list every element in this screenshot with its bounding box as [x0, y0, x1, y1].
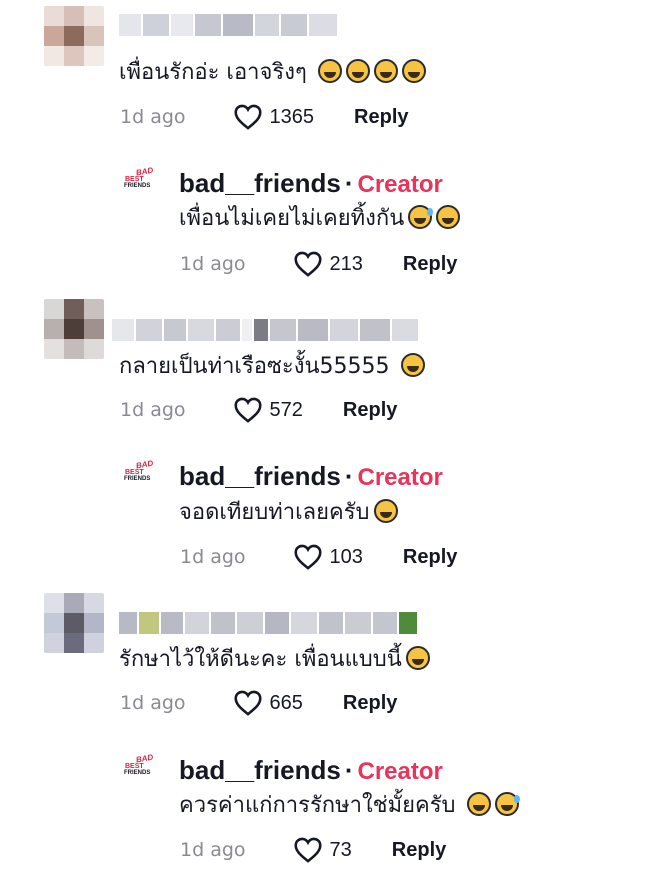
creator-avatar[interactable]: BAD BEST FRIENDS [122, 459, 156, 487]
reply-meta: 1d ago 103 Reply [180, 544, 457, 570]
like-button[interactable]: 665 [233, 690, 303, 716]
avatar[interactable] [44, 299, 104, 359]
comment-meta: 1d ago 572 Reply [120, 397, 397, 423]
comment-text: เพื่อนรักอ่ะ เอาจริงๆ [119, 58, 426, 88]
reply-button[interactable]: Reply [343, 399, 397, 422]
like-count: 1365 [269, 105, 315, 128]
tears-of-joy-emoji-icon [345, 59, 370, 83]
reply-time: 1d ago [180, 546, 246, 568]
reply-author[interactable]: bad__friends [179, 461, 341, 491]
reply-button[interactable]: Reply [403, 253, 457, 276]
reply-button[interactable]: Reply [403, 546, 457, 569]
reply-author[interactable]: bad__friends [179, 755, 341, 785]
reply-text-content: จอดเทียบท่าเลยครับ [179, 500, 370, 525]
comment-text-content: เพื่อนรักอ่ะ เอาจริงๆ [119, 60, 307, 85]
comment-text: รักษาไว้ให้ดีนะคะ เพื่อนแบบนี้ [119, 645, 430, 675]
creator-avatar[interactable]: BAD BEST FRIENDS [122, 753, 156, 781]
reply-author-line: bad__friends · Creator [179, 755, 443, 785]
creator-badge: Creator [357, 464, 443, 491]
tears-of-joy-emoji-icon [436, 205, 461, 229]
grinning-sweat-emoji-icon [494, 792, 520, 816]
heart-outline-icon [233, 397, 262, 423]
reply-meta: 1d ago 213 Reply [180, 251, 457, 277]
comment-meta: 1d ago 1365 Reply [120, 104, 409, 130]
heart-outline-icon [293, 544, 322, 570]
reply-text: เพื่อนไม่เคยไม่เคยทิ้งกัน [179, 204, 461, 234]
reply-button[interactable]: Reply [354, 106, 408, 129]
username-blurred[interactable] [119, 14, 337, 36]
username-blurred[interactable] [112, 319, 418, 341]
creator-badge: Creator [357, 758, 443, 785]
like-count: 665 [269, 691, 303, 714]
like-count: 73 [329, 838, 352, 861]
heart-outline-icon [233, 104, 262, 130]
username-blurred[interactable] [119, 612, 417, 634]
tears-of-joy-emoji-icon [405, 646, 430, 670]
tears-of-joy-emoji-icon [373, 499, 398, 523]
comment-text-content: กลายเป็นท่าเรือซะงั้น55555 [119, 354, 390, 379]
reply-author-line: bad__friends · Creator [179, 461, 443, 491]
comment-time: 1d ago [120, 106, 186, 128]
like-count: 103 [329, 545, 363, 568]
tears-of-joy-emoji-icon [317, 59, 342, 83]
like-button[interactable]: 572 [233, 397, 303, 423]
heart-outline-icon [233, 690, 262, 716]
tears-of-joy-emoji-icon [401, 59, 426, 83]
reply-text-content: เพื่อนไม่เคยไม่เคยทิ้งกัน [179, 206, 405, 231]
grinning-sweat-emoji-icon [408, 205, 434, 229]
like-button[interactable]: 73 [293, 837, 352, 863]
tears-of-joy-emoji-icon [466, 792, 491, 816]
reply-author[interactable]: bad__friends [179, 168, 341, 198]
avatar[interactable] [44, 6, 104, 66]
reply-time: 1d ago [180, 253, 246, 275]
reply-text: ควรค่าแก่การรักษาใช่มั้ยครับ [179, 791, 520, 821]
comment-meta: 1d ago 665 Reply [120, 690, 397, 716]
comment-time: 1d ago [120, 692, 186, 714]
creator-badge: Creator [357, 171, 443, 198]
like-button[interactable]: 213 [293, 251, 363, 277]
tears-of-joy-emoji-icon [373, 59, 398, 83]
avatar[interactable] [44, 593, 104, 653]
reply-author-line: bad__friends · Creator [179, 168, 443, 198]
like-count: 572 [269, 398, 303, 421]
reply-button[interactable]: Reply [343, 692, 397, 715]
reply-text-content: ควรค่าแก่การรักษาใช่มั้ยครับ [179, 793, 456, 818]
reply-time: 1d ago [180, 839, 246, 861]
comment-text-content: รักษาไว้ให้ดีนะคะ เพื่อนแบบนี้ [119, 647, 402, 672]
tears-of-joy-emoji-icon [400, 353, 425, 377]
like-button[interactable]: 1365 [233, 104, 315, 130]
reply-button[interactable]: Reply [392, 839, 446, 862]
heart-outline-icon [293, 251, 322, 277]
creator-avatar[interactable]: BAD BEST FRIENDS [122, 166, 156, 194]
reply-meta: 1d ago 73 Reply [180, 837, 446, 863]
like-button[interactable]: 103 [293, 544, 363, 570]
reply-text: จอดเทียบท่าเลยครับ [179, 498, 398, 528]
like-count: 213 [329, 252, 363, 275]
heart-outline-icon [293, 837, 322, 863]
comment-text: กลายเป็นท่าเรือซะงั้น55555 [119, 352, 425, 382]
comment-time: 1d ago [120, 399, 186, 421]
